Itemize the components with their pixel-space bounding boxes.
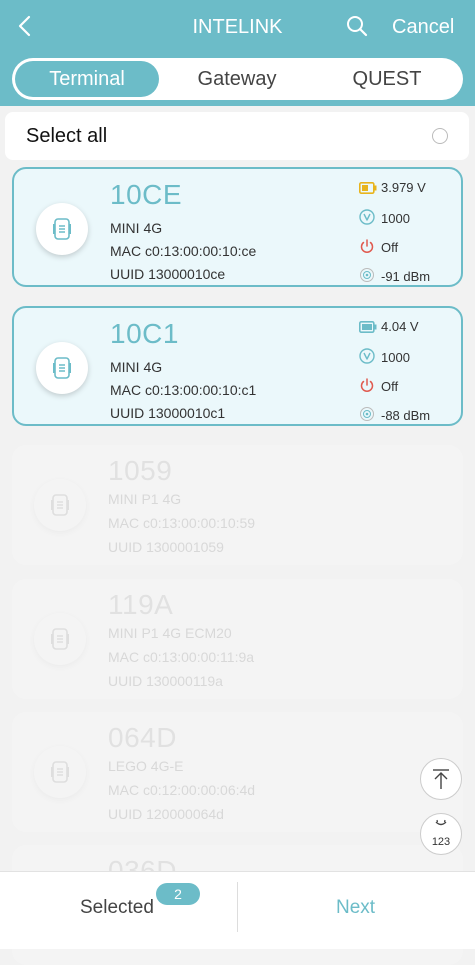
device-mac: MAC c0:13:00:00:10:ce bbox=[110, 243, 257, 259]
device-icon bbox=[34, 479, 86, 531]
device-uuid: UUID 1300001059 bbox=[108, 539, 224, 555]
battery-full-icon bbox=[359, 321, 377, 335]
select-all-label: Select all bbox=[26, 125, 108, 147]
device-card[interactable]: 064D LEGO 4G-E MAC c0:12:00:00:06:4d UUI… bbox=[12, 712, 463, 832]
device-icon bbox=[36, 342, 88, 394]
scroll-to-top-button[interactable] bbox=[420, 758, 462, 800]
device-uuid: UUID 13000010c1 bbox=[110, 405, 226, 421]
power-stat: Off bbox=[359, 238, 398, 255]
device-model: MINI 4G bbox=[110, 220, 163, 236]
device-icon bbox=[34, 746, 86, 798]
search-icon[interactable] bbox=[346, 15, 368, 37]
select-all-row[interactable]: Select all bbox=[5, 112, 469, 160]
selected-count-badge: 2 bbox=[156, 883, 200, 905]
battery-low-icon bbox=[359, 182, 377, 196]
next-button[interactable]: Next bbox=[336, 897, 375, 919]
top-bar: INTELINK Cancel Terminal Gateway QUEST bbox=[0, 0, 475, 106]
arrow-up-icon bbox=[433, 769, 449, 789]
battery-voltage: 4.04 V bbox=[381, 319, 419, 334]
power-stat: Off bbox=[359, 377, 398, 394]
sort-button[interactable]: 123 bbox=[420, 813, 462, 855]
divider bbox=[237, 882, 238, 932]
select-all-radio[interactable] bbox=[432, 128, 448, 144]
device-model: MINI 4G bbox=[110, 359, 163, 375]
device-card[interactable]: 1059 MINI P1 4G MAC c0:13:00:00:10:59 UU… bbox=[12, 445, 463, 565]
device-mac: MAC c0:13:00:00:10:59 bbox=[108, 515, 256, 531]
battery-voltage: 3.979 V bbox=[381, 180, 426, 195]
device-mac: MAC c0:13:00:00:11:9a bbox=[108, 649, 255, 665]
signal-strength: -88 dBm bbox=[381, 408, 431, 423]
value-stat: 1000 bbox=[359, 209, 410, 226]
battery-stat: 3.979 V bbox=[359, 180, 426, 196]
signal-stat: -91 dBm bbox=[359, 267, 430, 284]
power-status: Off bbox=[381, 240, 399, 255]
device-name: 10C1 bbox=[110, 318, 179, 349]
signal-icon bbox=[359, 406, 375, 421]
power-icon bbox=[359, 377, 375, 392]
device-model: MINI P1 4G bbox=[108, 491, 182, 507]
tab-terminal[interactable]: Terminal bbox=[15, 61, 159, 97]
selected-label: Selected bbox=[80, 897, 154, 918]
device-mac: MAC c0:13:00:00:10:c1 bbox=[110, 382, 257, 398]
tab-quest[interactable]: QUEST bbox=[312, 58, 462, 100]
v-circle-icon bbox=[359, 209, 375, 225]
device-uuid: UUID 120000064d bbox=[108, 806, 224, 822]
device-model: LEGO 4G-E bbox=[108, 758, 184, 774]
device-name: 064D bbox=[108, 722, 177, 753]
signal-icon bbox=[359, 267, 375, 282]
power-status: Off bbox=[381, 379, 399, 394]
value-text: 1000 bbox=[381, 211, 410, 226]
device-name: 1059 bbox=[108, 455, 173, 486]
signal-stat: -88 dBm bbox=[359, 406, 430, 423]
device-name: 119A bbox=[108, 589, 174, 620]
power-icon bbox=[359, 238, 375, 253]
value-text: 1000 bbox=[381, 350, 410, 365]
value-stat: 1000 bbox=[359, 348, 410, 365]
v-circle-icon bbox=[359, 348, 375, 364]
device-card[interactable]: 10C1 MINI 4G MAC c0:13:00:00:10:c1 UUID … bbox=[12, 306, 463, 426]
device-icon bbox=[34, 613, 86, 665]
tab-bar: Terminal Gateway QUEST bbox=[12, 58, 463, 100]
cancel-button[interactable]: Cancel bbox=[392, 14, 454, 40]
device-mac: MAC c0:12:00:00:06:4d bbox=[108, 782, 256, 798]
sort-label: 123 bbox=[431, 836, 451, 848]
device-uuid: UUID 130000119a bbox=[108, 673, 223, 689]
device-model: MINI P1 4G ECM20 bbox=[108, 625, 232, 641]
device-card[interactable]: 10CE MINI 4G MAC c0:13:00:00:10:ce UUID … bbox=[12, 167, 463, 287]
device-icon bbox=[36, 203, 88, 255]
device-card[interactable]: 119A MINI P1 4G ECM20 MAC c0:13:00:00:11… bbox=[12, 579, 463, 699]
chevron-down-icon bbox=[435, 819, 447, 826]
tab-gateway[interactable]: Gateway bbox=[162, 58, 312, 100]
bottom-bar: Selected 2 Next bbox=[0, 871, 475, 949]
device-uuid: UUID 13000010ce bbox=[110, 266, 226, 282]
battery-stat: 4.04 V bbox=[359, 319, 419, 335]
signal-strength: -91 dBm bbox=[381, 269, 431, 284]
device-name: 10CE bbox=[110, 179, 183, 210]
